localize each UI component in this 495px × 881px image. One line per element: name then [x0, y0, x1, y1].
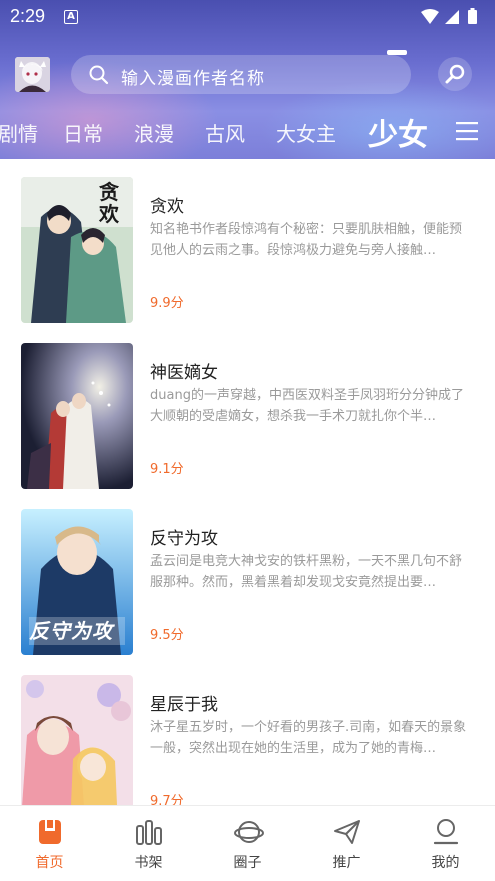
category-tabs: 剧情 日常 浪漫 古风 大女主 少女	[0, 104, 495, 154]
tab-danvzhu[interactable]: 大女主	[276, 118, 336, 147]
search-placeholder: 输入漫画作者名称	[121, 69, 265, 89]
profile-icon	[432, 818, 460, 846]
paper-plane-icon	[333, 818, 361, 846]
list-item[interactable]: 星辰于我 沐子星五岁时，一个好看的男孩子.司南，如春天的景象一般，突然出现在她的…	[0, 657, 495, 805]
nav-label: 首页	[35, 855, 64, 871]
comic-title: 神医嫡女	[150, 363, 218, 383]
tab-indicator	[387, 50, 407, 55]
tab-richang[interactable]: 日常	[63, 118, 103, 147]
user-avatar[interactable]	[15, 57, 50, 92]
home-icon	[36, 818, 64, 846]
tab-langman[interactable]: 浪漫	[134, 118, 174, 147]
bottom-nav: 首页 书架 圈子 推广 我的	[0, 805, 495, 881]
status-icons	[419, 8, 483, 30]
comic-score: 9.5分	[150, 628, 184, 643]
comic-description: 沐子星五岁时，一个好看的男孩子.司南，如春天的景象一般，突然出现在她的生活里，成…	[150, 720, 467, 756]
status-bar: 2:29 A	[0, 0, 495, 34]
tab-gufeng[interactable]: 古风	[205, 118, 245, 147]
cover-title: 反守为攻	[29, 619, 113, 643]
comic-cover[interactable]	[21, 343, 133, 489]
comic-score: 9.7分	[150, 794, 184, 805]
tab-juqing[interactable]: 剧情	[0, 118, 38, 147]
nav-label: 书架	[134, 855, 163, 871]
comic-title: 星辰于我	[150, 695, 218, 715]
comic-cover[interactable]: 贪欢	[21, 177, 133, 323]
comic-score: 9.1分	[150, 462, 184, 477]
comic-title: 反守为攻	[150, 529, 218, 549]
nav-promote[interactable]: 推广	[297, 806, 396, 881]
status-time: 2:29	[10, 6, 46, 26]
comic-description: 知名艳书作者段惊鸿有个秘密：只要肌肤相触，便能预见他人的云雨之事。段惊鸿极力避免…	[150, 222, 463, 258]
comic-cover[interactable]: 反守为攻	[21, 509, 133, 655]
comic-title: 贪欢	[150, 197, 184, 217]
search-icon	[89, 65, 109, 89]
comic-cover[interactable]	[21, 675, 133, 805]
search-rank-button[interactable]	[438, 57, 472, 91]
nav-label: 我的	[431, 855, 460, 871]
comic-list: 贪欢 贪欢 知名艳书作者段惊鸿有个秘密：只要肌肤相触，便能预见他人的云雨之事。段…	[0, 159, 495, 805]
search-input[interactable]: 输入漫画作者名称	[71, 55, 411, 94]
list-item[interactable]: 反守为攻 反守为攻 孟云间是电竞大神戈安的铁杆黑粉，一天不黑几句不舒服那种。然而…	[0, 491, 495, 657]
nav-bookshelf[interactable]: 书架	[99, 806, 198, 881]
nav-profile[interactable]: 我的	[396, 806, 495, 881]
wifi-signal-battery-icon	[421, 8, 477, 24]
list-item[interactable]: 贪欢 贪欢 知名艳书作者段惊鸿有个秘密：只要肌肤相触，便能预见他人的云雨之事。段…	[0, 159, 495, 325]
nav-circle[interactable]: 圈子	[198, 806, 297, 881]
nav-home[interactable]: 首页	[0, 806, 99, 881]
bookshelf-icon	[135, 818, 163, 846]
notification-icon: A	[64, 10, 78, 24]
comic-description: duang的一声穿越，中西医双料圣手凤羽珩分分钟成了大顺朝的受虐嫡女，想杀我一手…	[150, 388, 464, 424]
magnifier-icon	[445, 64, 465, 84]
comic-score: 9.9分	[150, 296, 184, 311]
list-item[interactable]: 神医嫡女 duang的一声穿越，中西医双料圣手凤羽珩分分钟成了大顺朝的受虐嫡女，…	[0, 325, 495, 491]
category-menu-icon[interactable]	[456, 121, 478, 145]
comic-description: 孟云间是电竞大神戈安的铁杆黑粉，一天不黑几句不舒服那种。然而，黑着黑着却发现戈安…	[150, 554, 463, 590]
nav-label: 推广	[332, 855, 361, 871]
tab-shaonv[interactable]: 少女	[368, 110, 428, 154]
cover-title: 贪欢	[99, 180, 119, 226]
nav-label: 圈子	[233, 855, 262, 871]
planet-icon	[234, 818, 264, 846]
